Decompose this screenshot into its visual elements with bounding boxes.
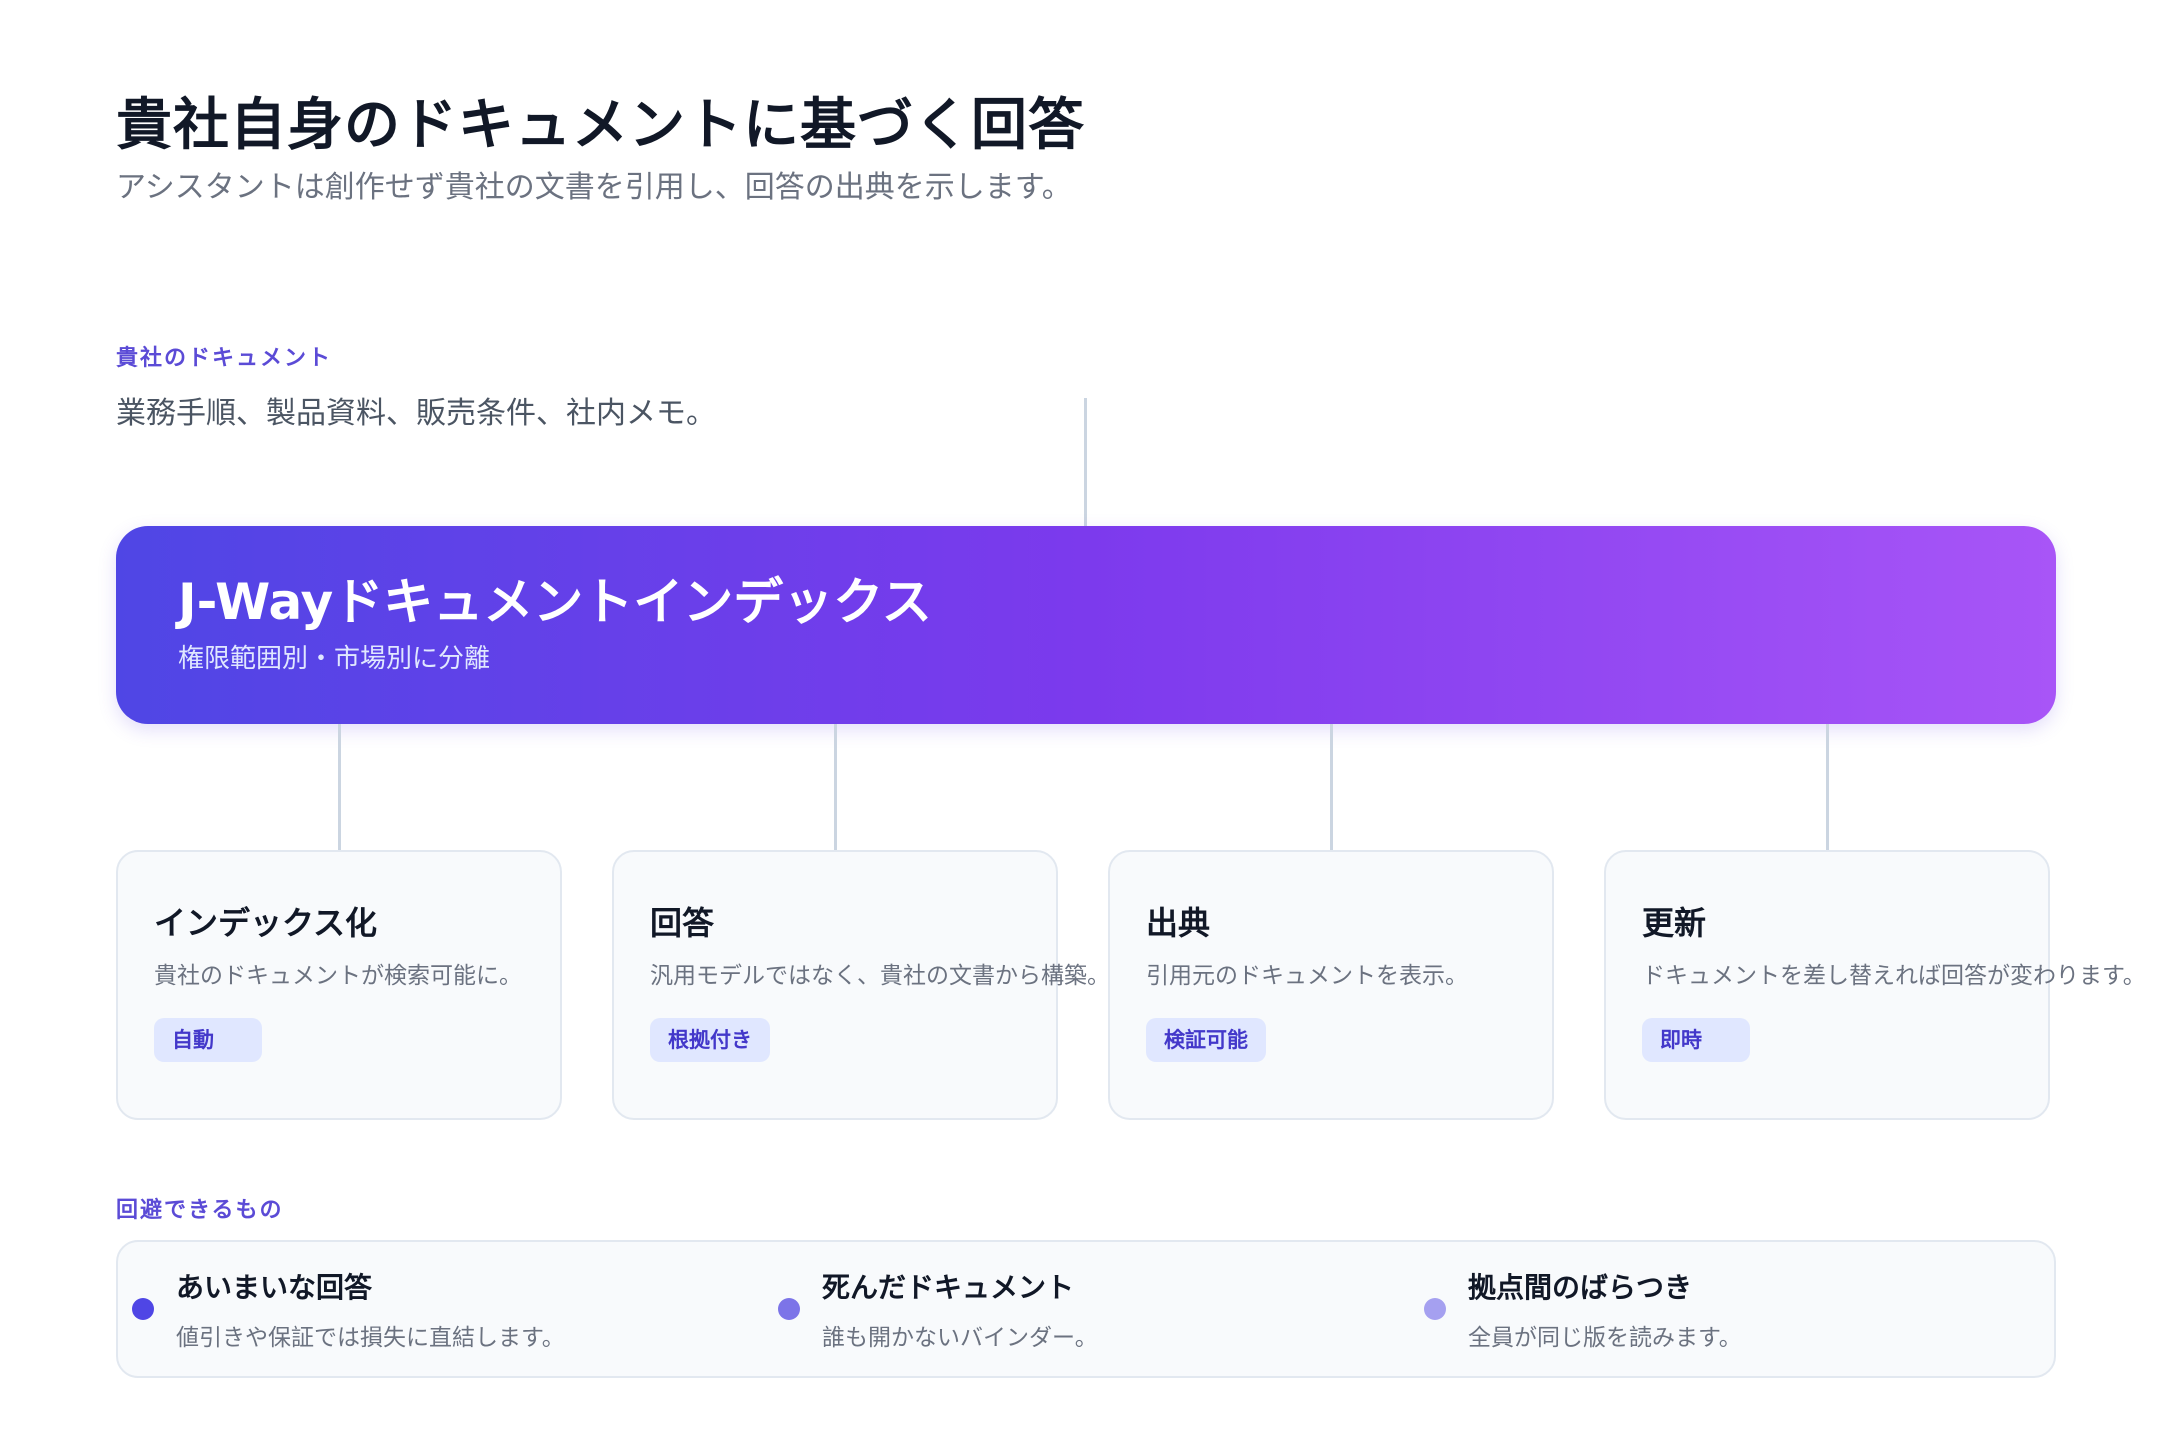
avoid-item-description: 誰も開かないバインダー。: [822, 1325, 1098, 1351]
card-indexing: インデックス化 貴社のドキュメントが検索可能に。 自動: [116, 850, 562, 1120]
status-badge: 検証可能: [1146, 1018, 1266, 1062]
card-description: 貴社のドキュメントが検索可能に。: [154, 963, 522, 989]
avoid-item-title: 拠点間のばらつき: [1468, 1271, 1693, 1304]
index-title: J-Wayドキュメントインデックス: [178, 573, 932, 631]
card-title: 更新: [1642, 904, 1707, 942]
card-title: インデックス化: [154, 904, 378, 942]
status-badge: 即時: [1642, 1018, 1750, 1062]
avoid-label: 回避できるもの: [116, 1198, 284, 1223]
connector-index-to-card-1: [338, 724, 341, 850]
card-description: 引用元のドキュメントを表示。: [1146, 963, 1468, 989]
avoid-item-description: 全員が同じ版を読みます。: [1468, 1325, 1742, 1351]
bullet-dot-icon: [132, 1298, 154, 1320]
avoid-item-title: 死んだドキュメント: [822, 1271, 1075, 1304]
card-description: ドキュメントを差し替えれば回答が変わります。: [1642, 963, 2146, 989]
card-update: 更新 ドキュメントを差し替えれば回答が変わります。 即時: [1604, 850, 2146, 1120]
card-title: 出典: [1146, 904, 1211, 942]
status-badge: 自動: [154, 1018, 262, 1062]
card-description: 汎用モデルではなく、貴社の文書から構築。: [650, 963, 1110, 989]
connector-source-to-index: [1084, 398, 1087, 526]
avoid-item: 死んだドキュメント 誰も開かないバインダー。: [764, 1242, 1404, 1376]
avoid-item-title: あいまいな回答: [176, 1271, 373, 1304]
source-label: 貴社のドキュメント: [116, 346, 333, 371]
bullet-dot-icon: [1424, 1298, 1446, 1320]
avoid-list: あいまいな回答 値引きや保証では損失に直結します。 死んだドキュメント 誰も開か…: [116, 1240, 2056, 1378]
connector-index-to-card-4: [1826, 724, 1829, 850]
bullet-dot-icon: [778, 1298, 800, 1320]
card-title: 回答: [650, 904, 715, 942]
status-badge: 根拠付き: [650, 1018, 770, 1062]
page-subtitle: アシスタントは創作せず貴社の文書を引用し、回答の出典を示します。: [116, 170, 1072, 205]
page-title: 貴社自身のドキュメントに基づく回答: [116, 93, 1085, 158]
avoid-item-description: 値引きや保証では損失に直結します。: [176, 1325, 565, 1351]
source-description: 業務手順、製品資料、販売条件、社内メモ。: [116, 396, 716, 431]
connector-index-to-card-3: [1330, 724, 1333, 850]
avoid-item: あいまいな回答 値引きや保証では損失に直結します。: [118, 1242, 758, 1376]
avoid-item: 拠点間のばらつき 全員が同じ版を読みます。: [1410, 1242, 2050, 1376]
card-answer: 回答 汎用モデルではなく、貴社の文書から構築。 根拠付き: [612, 850, 1110, 1120]
document-index-box: J-Wayドキュメントインデックス 権限範囲別・市場別に分離: [116, 526, 2056, 724]
index-subtitle: 権限範囲別・市場別に分離: [178, 644, 491, 674]
card-source: 出典 引用元のドキュメントを表示。 検証可能: [1108, 850, 1554, 1120]
connector-index-to-card-2: [834, 724, 837, 850]
